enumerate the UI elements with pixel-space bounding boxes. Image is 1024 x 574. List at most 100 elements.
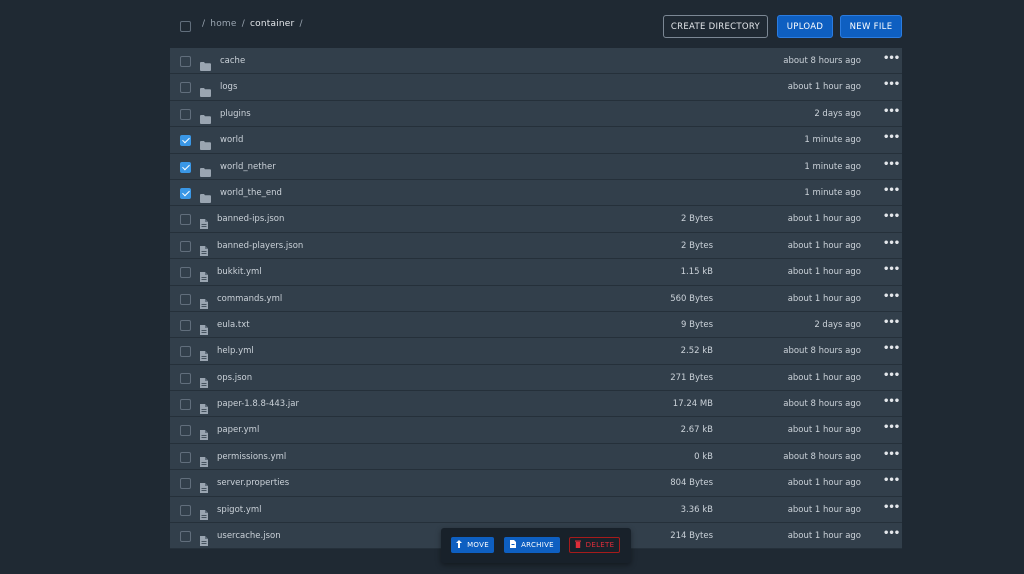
- more-horizontal-icon[interactable]: •••: [883, 397, 900, 407]
- file-name[interactable]: banned-ips.json: [217, 214, 284, 224]
- file-name[interactable]: plugins: [220, 109, 251, 119]
- file-name[interactable]: cache: [220, 56, 245, 66]
- row-checkbox[interactable]: [180, 82, 191, 94]
- file-name[interactable]: spigot.yml: [217, 505, 262, 515]
- row-checkbox[interactable]: [180, 240, 191, 252]
- move-button[interactable]: MOVE: [451, 537, 494, 553]
- more-horizontal-icon[interactable]: •••: [883, 133, 900, 143]
- file-row[interactable]: spigot.yml 3.36 kB about 1 hour ago •••: [170, 496, 902, 524]
- row-checkbox[interactable]: [180, 346, 191, 358]
- file-row[interactable]: bukkit.yml 1.15 kB about 1 hour ago •••: [170, 259, 902, 286]
- more-horizontal-icon[interactable]: •••: [883, 449, 900, 460]
- row-checkbox[interactable]: [180, 108, 191, 120]
- more-horizontal-icon[interactable]: •••: [883, 265, 900, 275]
- more-horizontal-icon[interactable]: •••: [883, 159, 900, 170]
- breadcrumb-home[interactable]: home: [210, 19, 236, 29]
- file-icon: [200, 531, 211, 547]
- file-name[interactable]: usercache.json: [217, 531, 281, 541]
- row-checkbox[interactable]: [180, 504, 191, 516]
- upload-button[interactable]: UPLOAD: [777, 15, 833, 38]
- file-row[interactable]: banned-ips.json 2 Bytes about 1 hour ago ••…: [170, 206, 902, 233]
- file-name[interactable]: world_nether: [220, 162, 276, 172]
- more-horizontal-icon[interactable]: •••: [883, 476, 900, 486]
- file-name[interactable]: banned-players.json: [217, 241, 303, 251]
- more-horizontal-icon[interactable]: •••: [883, 238, 900, 249]
- row-checkbox[interactable]: [180, 319, 191, 331]
- file-row[interactable]: world_the_end 1 minute ago •••: [170, 179, 902, 207]
- more-horizontal-icon[interactable]: •••: [883, 106, 900, 117]
- folder-icon: [200, 162, 211, 177]
- file-name[interactable]: world: [220, 135, 243, 145]
- breadcrumb-container[interactable]: container: [250, 19, 294, 29]
- more-horizontal-icon[interactable]: •••: [883, 54, 900, 64]
- file-name[interactable]: commands.yml: [217, 294, 282, 304]
- row-checkbox[interactable]: [180, 425, 191, 437]
- file-name[interactable]: help.yml: [217, 346, 254, 356]
- row-checkbox[interactable]: [180, 372, 191, 384]
- file-size: 214 Bytes: [670, 531, 713, 542]
- row-checkbox[interactable]: [180, 293, 191, 305]
- row-checkbox[interactable]: [180, 161, 191, 173]
- more-horizontal-icon[interactable]: •••: [883, 317, 900, 328]
- file-modified: about 1 hour ago: [787, 478, 861, 489]
- select-all-checkbox[interactable]: [180, 21, 191, 32]
- row-checkbox[interactable]: [180, 399, 191, 411]
- file-name[interactable]: permissions.yml: [217, 452, 286, 462]
- folder-icon: [200, 56, 211, 71]
- row-checkbox[interactable]: [180, 135, 191, 147]
- more-horizontal-icon[interactable]: •••: [883, 370, 900, 381]
- file-row[interactable]: permissions.yml 0 kB about 8 hours ago •••: [170, 443, 902, 471]
- archive-button[interactable]: ARCHIVE: [504, 537, 560, 553]
- row-checkbox[interactable]: [180, 267, 191, 279]
- file-name[interactable]: paper.yml: [217, 425, 259, 435]
- file-row[interactable]: plugins 2 days ago •••: [170, 100, 902, 128]
- move-icon: [456, 540, 463, 550]
- file-icon: [200, 425, 211, 441]
- row-checkbox[interactable]: [180, 187, 191, 199]
- more-horizontal-icon[interactable]: •••: [883, 529, 900, 539]
- file-modified: about 1 hour ago: [787, 504, 861, 515]
- file-name[interactable]: world_the_end: [220, 188, 282, 198]
- file-row[interactable]: commands.yml 560 Bytes about 1 hour ago •••: [170, 285, 902, 312]
- more-horizontal-icon[interactable]: •••: [883, 291, 900, 302]
- file-name[interactable]: bukkit.yml: [217, 267, 262, 277]
- file-name[interactable]: server.properties: [217, 478, 289, 488]
- breadcrumb-separator: /: [202, 19, 206, 29]
- file-row[interactable]: cache about 8 hours ago •••: [170, 48, 902, 75]
- row-checkbox[interactable]: [180, 214, 191, 226]
- more-horizontal-icon[interactable]: •••: [883, 185, 900, 196]
- file-row[interactable]: ops.json 271 Bytes about 1 hour ago •••: [170, 364, 902, 392]
- file-modified: about 1 hour ago: [787, 425, 861, 436]
- more-horizontal-icon[interactable]: •••: [883, 344, 900, 354]
- delete-button[interactable]: DELETE: [569, 537, 620, 553]
- file-icon: [200, 505, 211, 520]
- file-name[interactable]: paper-1.8.8-443.jar: [217, 399, 299, 409]
- file-row[interactable]: banned-players.json 2 Bytes about 1 hour a…: [170, 232, 902, 260]
- new-file-button[interactable]: NEW FILE: [840, 15, 902, 38]
- row-checkbox[interactable]: [180, 451, 191, 463]
- file-row[interactable]: paper-1.8.8-443.jar 17.24 MB about 8 hours…: [170, 391, 902, 418]
- more-horizontal-icon[interactable]: •••: [883, 502, 900, 513]
- row-checkbox[interactable]: [180, 56, 191, 67]
- file-row[interactable]: logs about 1 hour ago •••: [170, 74, 902, 101]
- row-checkbox[interactable]: [180, 531, 191, 543]
- create-directory-button[interactable]: CREATE DIRECTORY: [663, 15, 768, 38]
- file-row[interactable]: world 1 minute ago •••: [170, 127, 902, 154]
- file-row[interactable]: eula.txt 9 Bytes 2 days ago •••: [170, 311, 902, 339]
- more-horizontal-icon[interactable]: •••: [883, 80, 900, 90]
- file-row[interactable]: paper.yml 2.67 kB about 1 hour ago •••: [170, 417, 902, 444]
- file-modified: about 8 hours ago: [783, 56, 861, 66]
- row-checkbox[interactable]: [180, 478, 191, 490]
- file-name[interactable]: ops.json: [217, 373, 252, 383]
- file-name[interactable]: logs: [220, 82, 237, 92]
- file-name[interactable]: eula.txt: [217, 320, 250, 330]
- more-horizontal-icon[interactable]: •••: [883, 423, 900, 433]
- file-modified: about 1 hour ago: [787, 82, 861, 93]
- file-row[interactable]: help.yml 2.52 kB about 8 hours ago •••: [170, 338, 902, 365]
- file-row[interactable]: world_nether 1 minute ago •••: [170, 153, 902, 180]
- file-size: 0 kB: [694, 451, 713, 462]
- file-size: 804 Bytes: [670, 478, 713, 489]
- more-horizontal-icon[interactable]: •••: [883, 212, 900, 222]
- file-row[interactable]: server.properties 804 Bytes about 1 hour a…: [170, 470, 902, 497]
- file-modified: about 1 hour ago: [787, 372, 861, 383]
